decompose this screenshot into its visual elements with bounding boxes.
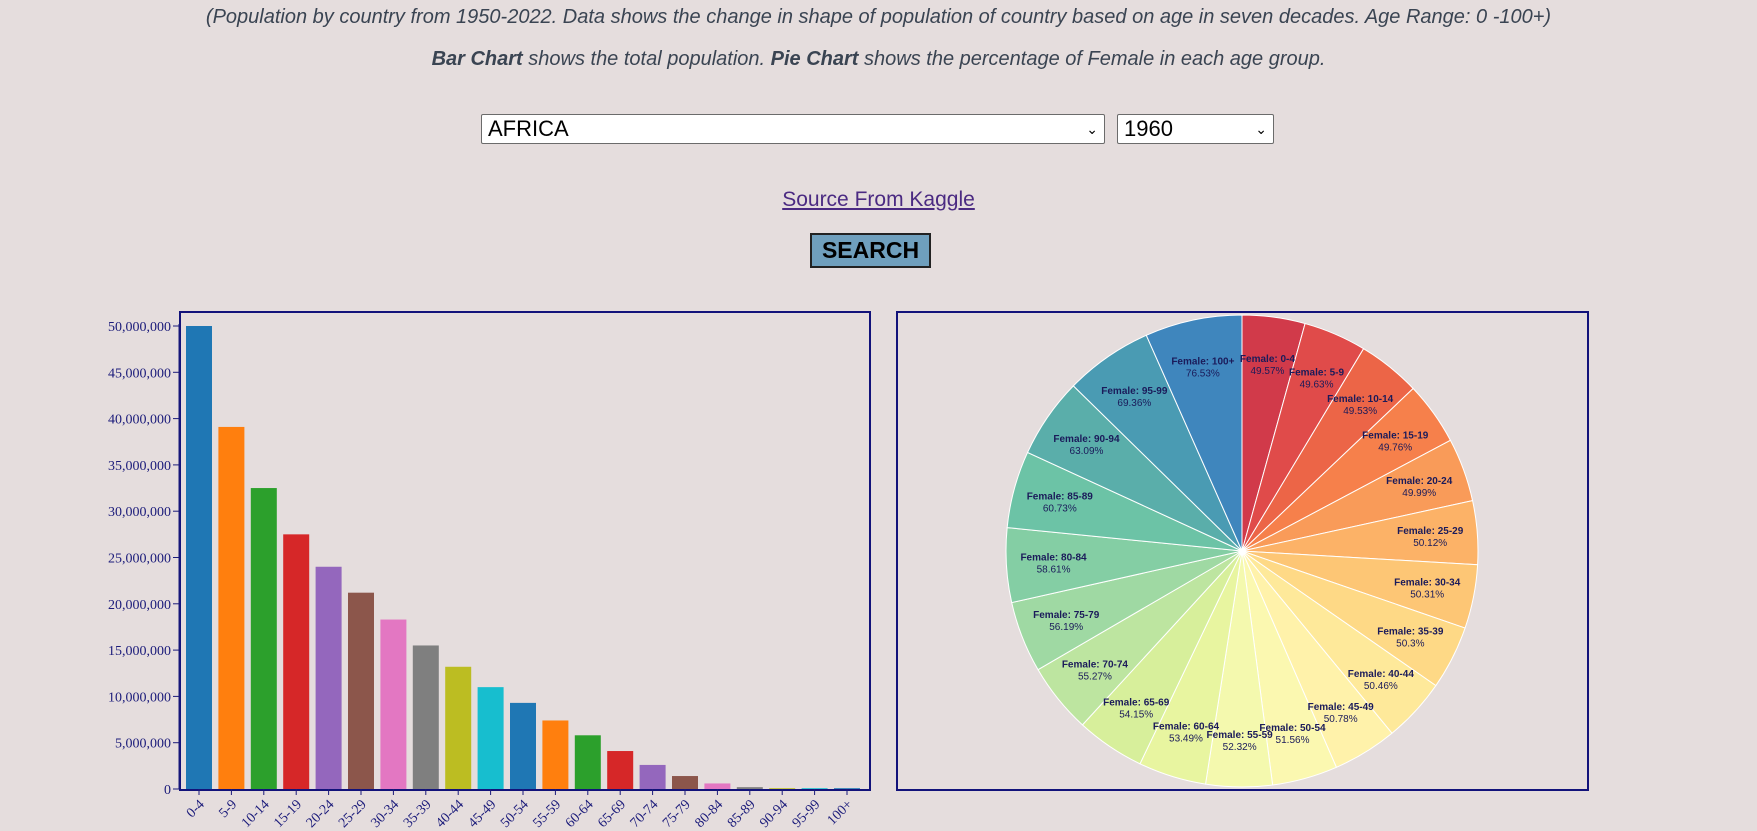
y-tick-label: 20,000,000 xyxy=(108,598,171,613)
y-tick-label: 0 xyxy=(164,783,171,798)
pie-value-label: 55.27% xyxy=(1078,671,1112,682)
pie-chart: Female: 0-449.57% Female: 5-949.63% Female… xyxy=(1005,314,1479,788)
bar-40-44 xyxy=(445,666,472,789)
y-tick-label: 5,000,000 xyxy=(115,737,171,752)
bar-35-39 xyxy=(412,645,439,789)
pie-label: Female: 20-24 xyxy=(1386,476,1453,487)
pie-value-label: 51.56% xyxy=(1276,735,1310,746)
x-tick-label: 65-69 xyxy=(595,797,629,831)
pie-value-label: 52.32% xyxy=(1223,742,1257,753)
pie-value-label: 49.76% xyxy=(1378,443,1412,454)
pie-value-label: 49.99% xyxy=(1402,488,1436,499)
pie-value-label: 49.57% xyxy=(1250,366,1284,377)
pie-label: Female: 10-14 xyxy=(1327,394,1394,405)
pie-label: Female: 15-19 xyxy=(1362,431,1429,442)
bar-80-84 xyxy=(704,783,731,789)
x-tick-label: 70-74 xyxy=(628,797,662,831)
y-tick-label: 35,000,000 xyxy=(108,459,171,474)
x-tick-label: 85-89 xyxy=(725,797,759,831)
bar-20-24 xyxy=(315,566,342,789)
pie-label: Female: 5-9 xyxy=(1289,368,1344,379)
x-tick-label: 0-4 xyxy=(184,797,208,821)
pie-label: Female: 75-79 xyxy=(1033,610,1100,621)
pie-value-label: 53.49% xyxy=(1169,733,1203,744)
y-tick-label: 40,000,000 xyxy=(108,413,171,428)
x-tick-label: 50-54 xyxy=(498,797,532,831)
bar-95-99 xyxy=(801,788,828,789)
bar-0-4 xyxy=(186,326,212,789)
pie-label: Female: 100+ xyxy=(1171,356,1234,367)
pie-value-label: 50.12% xyxy=(1413,538,1447,549)
pie-value-label: 60.73% xyxy=(1043,504,1077,515)
bar-25-29 xyxy=(348,592,374,789)
x-tick-label: 5-9 xyxy=(216,797,240,821)
y-tick-label: 10,000,000 xyxy=(108,690,171,705)
bar-15-19 xyxy=(283,534,310,789)
pie-label: Female: 40-44 xyxy=(1348,669,1415,680)
y-tick-label: 45,000,000 xyxy=(108,366,171,381)
pie-label: Female: 35-39 xyxy=(1377,626,1444,637)
x-tick-label: 75-79 xyxy=(660,797,694,831)
x-tick-label: 40-44 xyxy=(433,797,467,831)
pie-label: Female: 80-84 xyxy=(1020,552,1087,563)
pie-value-label: 50.46% xyxy=(1364,681,1398,692)
y-tick-label: 30,000,000 xyxy=(108,505,171,520)
pie-value-label: 50.31% xyxy=(1410,590,1444,601)
pie-value-label: 49.53% xyxy=(1343,406,1377,417)
y-tick-label: 50,000,000 xyxy=(108,320,171,335)
bar-50-54 xyxy=(510,702,536,789)
pie-value-label: 49.63% xyxy=(1300,380,1334,391)
pie-label: Female: 0-4 xyxy=(1240,354,1295,365)
bar-65-69 xyxy=(607,751,634,789)
pie-label: Female: 30-34 xyxy=(1394,578,1461,589)
x-tick-label: 95-99 xyxy=(790,797,824,831)
bar-30-34 xyxy=(380,619,407,789)
x-tick-label: 90-94 xyxy=(757,797,791,831)
y-tick-label: 15,000,000 xyxy=(108,644,171,659)
bar-100+ xyxy=(834,788,860,789)
bar-90-94 xyxy=(769,788,796,789)
pie-value-label: 50.78% xyxy=(1324,714,1358,725)
pie-value-label: 69.36% xyxy=(1117,398,1151,409)
pie-value-label: 56.19% xyxy=(1049,622,1083,633)
x-tick-label: 15-19 xyxy=(271,797,305,831)
pie-value-label: 58.61% xyxy=(1037,564,1071,575)
pie-label: Female: 45-49 xyxy=(1308,702,1375,713)
y-tick-label: 25,000,000 xyxy=(108,552,171,567)
x-tick-label: 20-24 xyxy=(304,797,338,831)
x-tick-label: 35-39 xyxy=(401,797,435,831)
x-tick-label: 25-29 xyxy=(336,797,370,831)
x-tick-label: 80-84 xyxy=(693,797,727,831)
x-tick-label: 30-34 xyxy=(369,797,403,831)
pie-label: Female: 90-94 xyxy=(1053,434,1120,445)
bar-75-79 xyxy=(672,776,698,789)
x-tick-label: 100+ xyxy=(825,797,856,828)
x-tick-label: 55-59 xyxy=(531,797,565,831)
bar-10-14 xyxy=(250,488,277,789)
bar-55-59 xyxy=(542,720,569,789)
pie-label: Female: 60-64 xyxy=(1153,721,1220,732)
pie-label: Female: 95-99 xyxy=(1101,386,1168,397)
pie-value-label: 54.15% xyxy=(1119,709,1153,720)
pie-label: Female: 25-29 xyxy=(1397,526,1464,537)
x-tick-label: 10-14 xyxy=(239,797,273,831)
pie-label: Female: 70-74 xyxy=(1062,659,1129,670)
bar-85-89 xyxy=(736,787,763,789)
x-tick-label: 45-49 xyxy=(466,797,500,831)
bar-70-74 xyxy=(639,764,666,789)
pie-value-label: 63.09% xyxy=(1070,446,1104,457)
pie-value-label: 76.53% xyxy=(1186,368,1220,379)
bar-5-9 xyxy=(218,426,245,789)
pie-value-label: 50.3% xyxy=(1396,638,1424,649)
x-tick-label: 60-64 xyxy=(563,797,597,831)
pie-label: Female: 85-89 xyxy=(1027,492,1094,503)
pie-label: Female: 65-69 xyxy=(1103,697,1170,708)
bar-60-64 xyxy=(574,735,601,789)
bar-45-49 xyxy=(477,687,504,789)
